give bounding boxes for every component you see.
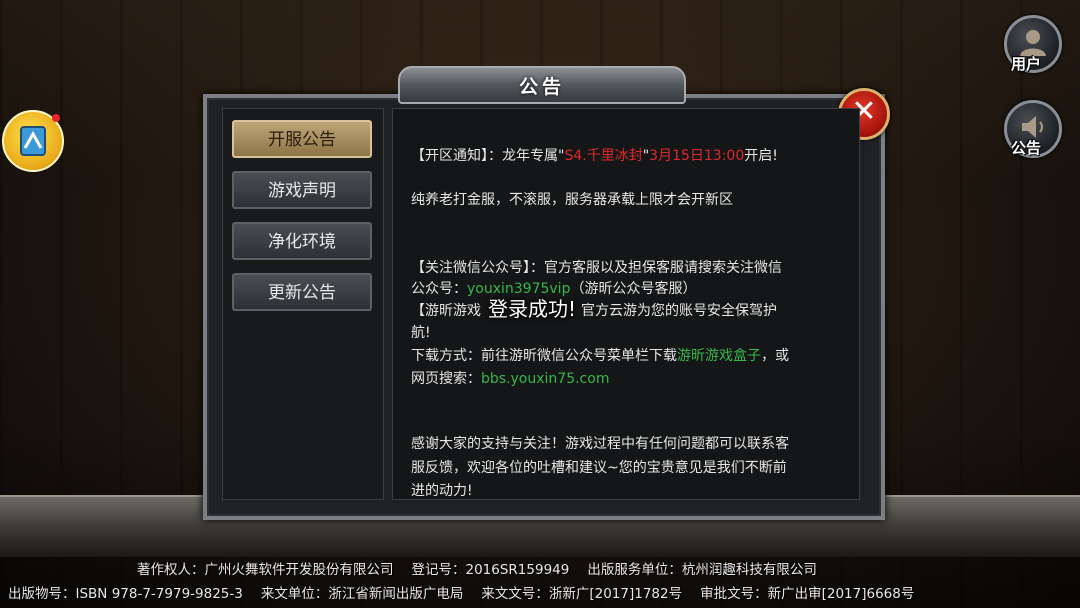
notice-text: 【开区通知】：龙年专属" xyxy=(411,148,565,164)
footer-publisher: 出版服务单位：杭州润趣科技有限公司 xyxy=(587,562,817,578)
server-name: S4.千里冰封 xyxy=(564,148,643,164)
notice-text: 官方云游为您的账号安全保驾护 xyxy=(581,303,777,319)
notice-content: 【开区通知】：龙年专属"S4.千里冰封"3月15日13:00开启! 纯养老打金服… xyxy=(392,108,860,500)
user-label: 用户 xyxy=(1011,55,1042,73)
tab-game-statement[interactable]: 游戏声明 xyxy=(232,171,372,209)
notice-text: 开启! xyxy=(744,148,778,164)
notice-text: 下载方式：前往游昕微信公众号菜单栏下载 xyxy=(411,348,677,364)
footer-approval: 审批文号：新广出审[2017]6668号 xyxy=(700,586,915,602)
footer-reg: 登记号：2016SR159949 xyxy=(411,562,570,578)
notice-line-11: 进的动力! xyxy=(411,483,473,499)
notice-line-8: 网页搜索：bbs.youxin75.com xyxy=(411,368,609,388)
tab-server-notice[interactable]: 开服公告 xyxy=(232,120,372,158)
footer-line-1: 著作权人：广州火舞软件开发股份有限公司 登记号：2016SR159949 出版服务单… xyxy=(137,558,817,578)
notice-line-3: 【关注微信公众号】：官方客服以及担保客服请搜索关注微信 xyxy=(411,260,782,276)
footer-isbn: 出版物号：ISBN 978-7-7979-9825-3 xyxy=(8,586,243,602)
notice-line-9: 感谢大家的支持与关注！游戏过程中有任何问题都可以联系客 xyxy=(411,436,789,452)
footer-doc-no: 来文文号：浙新广[2017]1782号 xyxy=(481,586,683,602)
footer-line-2: 出版物号：ISBN 978-7-7979-9825-3 来文单位：浙江省新闻出版广… xyxy=(8,582,914,602)
notice-text: 公众号： xyxy=(411,281,467,297)
login-success-toast: 登录成功! xyxy=(488,297,577,321)
notification-dot xyxy=(52,114,60,122)
notice-line-7: 下载方式：前往游昕微信公众号菜单栏下载游昕游戏盒子，或 xyxy=(411,345,789,365)
panel-title: 公告 xyxy=(518,76,565,98)
download-link[interactable]: 游昕游戏盒子 xyxy=(677,348,761,364)
open-time: 3月15日13:00 xyxy=(649,148,745,164)
panel-title-plate: 公告 xyxy=(398,66,686,104)
notice-line-6: 航! xyxy=(411,325,431,341)
notice-label: 公告 xyxy=(1011,139,1042,157)
notice-line-5: 【游昕游戏 官方云游为您的账号安全保驾护 xyxy=(411,300,777,320)
website-link[interactable]: bbs.youxin75.com xyxy=(481,371,609,387)
notice-text: 网页搜索： xyxy=(411,371,481,387)
footer-copyright: 著作权人：广州火舞软件开发股份有限公司 xyxy=(137,562,394,578)
notice-text: ，或 xyxy=(761,348,789,364)
tab-clean-environment[interactable]: 净化环境 xyxy=(232,222,372,260)
notice-line-10: 服反馈，欢迎各位的吐槽和建议~您的宝贵意见是我们不断前 xyxy=(411,460,787,476)
notice-text: 【游昕游戏 xyxy=(411,303,481,319)
tab-update-notice[interactable]: 更新公告 xyxy=(232,273,372,311)
notice-text: （游昕公众号客服） xyxy=(570,281,697,297)
footer-from-unit: 来文单位：浙江省新闻出版广电局 xyxy=(260,586,464,602)
notice-line-1: 【开区通知】：龙年专属"S4.千里冰封"3月15日13:00开启! xyxy=(411,145,778,165)
notice-line-2: 纯养老打金服，不滚服，服务器承载上限才会开新区 xyxy=(411,192,733,208)
